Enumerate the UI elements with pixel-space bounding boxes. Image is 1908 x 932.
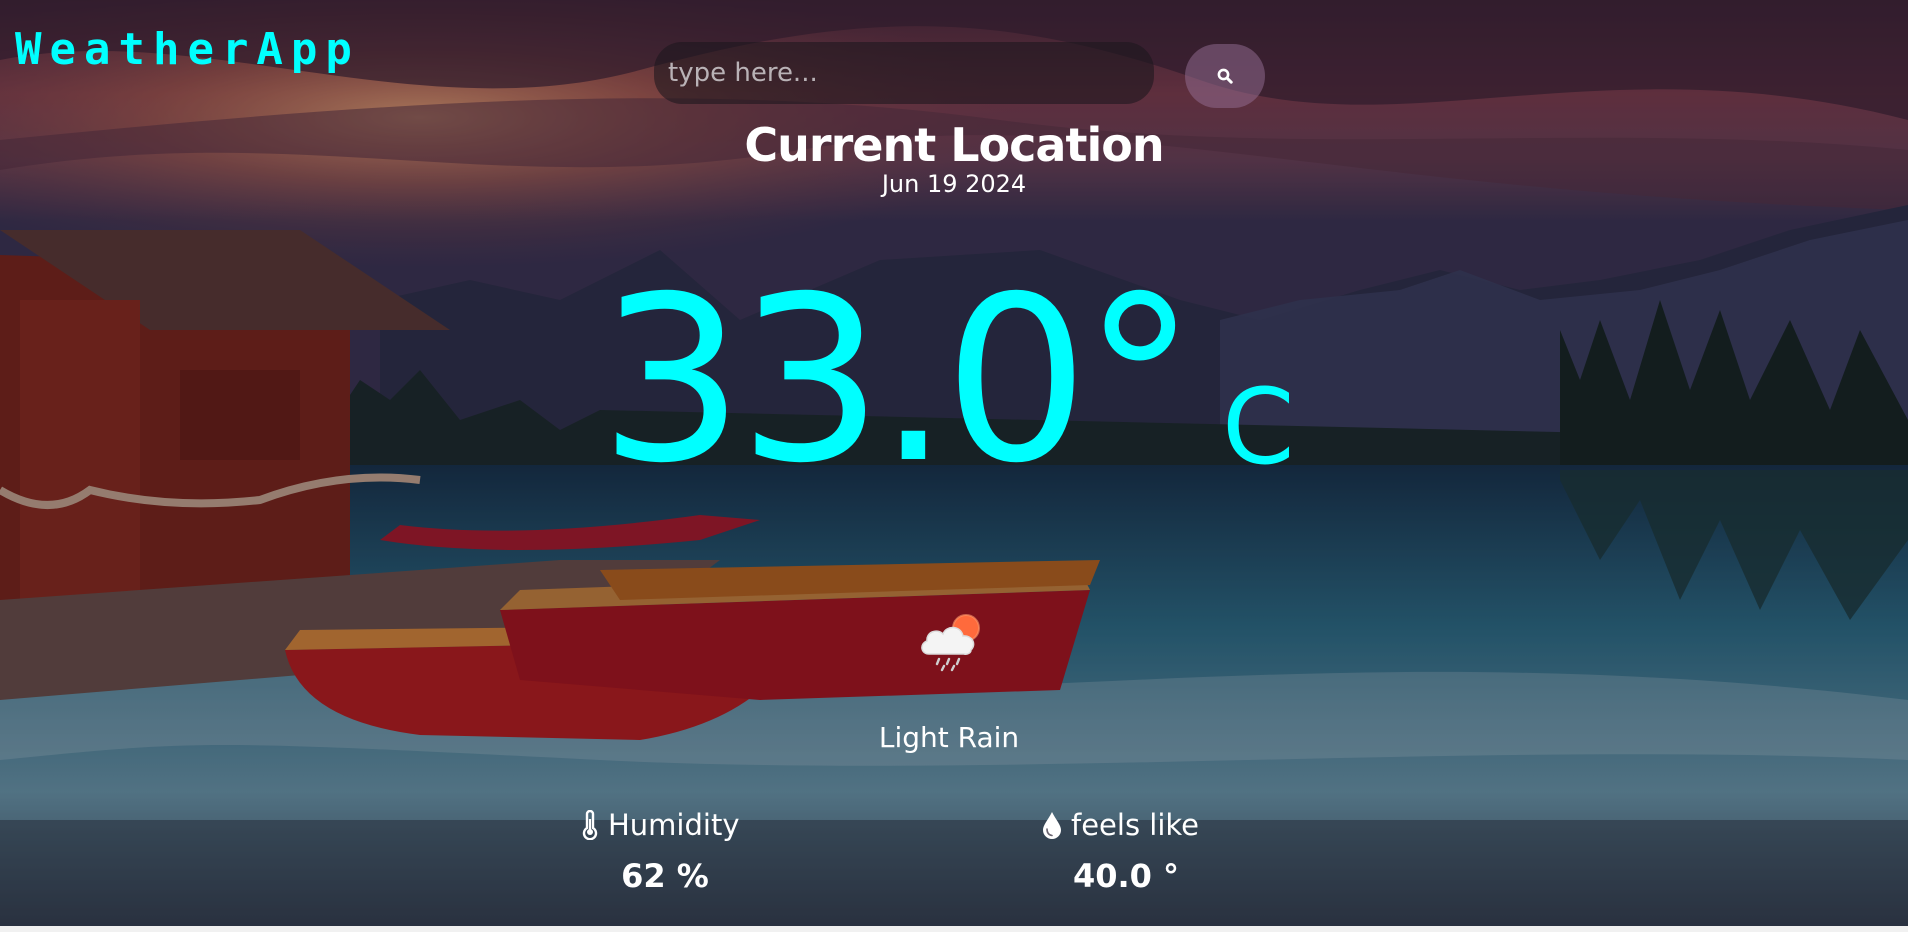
weather-app: WeatherApp Current Location Jun 19 2024 … [0, 0, 1908, 932]
humidity-label: Humidity [608, 808, 740, 842]
temperature-unit: C [1222, 366, 1295, 488]
feels-like-header: feels like [1041, 806, 1199, 844]
app-logo: WeatherApp [15, 24, 360, 75]
humidity-header: Humidity [580, 806, 740, 844]
location-name: Current Location [744, 118, 1164, 172]
weather-condition: Light Rain [878, 721, 1020, 754]
search-input[interactable] [654, 42, 1154, 104]
search-icon [1217, 68, 1233, 84]
search-button[interactable] [1185, 44, 1265, 108]
current-date: Jun 19 2024 [881, 170, 1027, 198]
feels-like-value: 40.0 ° [1072, 857, 1180, 895]
thermometer-icon [582, 810, 598, 840]
page-bottom-edge [0, 926, 1908, 932]
water-drop-icon [1043, 812, 1061, 839]
cloud-sun-rain-icon [921, 614, 980, 672]
humidity-value: 62 % [621, 857, 709, 895]
temperature-value: 33.0° [599, 247, 1197, 513]
feels-like-label: feels like [1071, 808, 1199, 842]
